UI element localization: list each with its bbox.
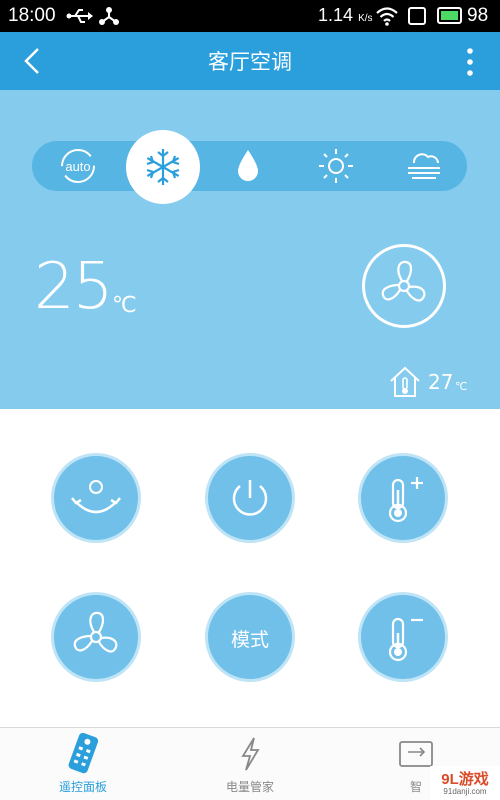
tab-power-manager-label: 电量管家 <box>225 780 274 794</box>
indoor-temperature: 27 <box>428 370 454 394</box>
power-button[interactable] <box>205 453 295 543</box>
tab-remote-panel-label: 遥控面板 <box>58 780 107 794</box>
tab-power-manager[interactable]: 电量管家 <box>180 728 320 800</box>
sim-icon <box>407 6 427 31</box>
wifi-icon <box>375 6 399 31</box>
fog-icon <box>408 153 440 179</box>
water-drop-icon <box>238 150 258 181</box>
set-temperature: 25 <box>34 250 113 324</box>
network-speed-value: 1.14 <box>318 5 354 25</box>
more-menu-button[interactable] <box>458 45 482 79</box>
remote-icon <box>68 732 99 774</box>
ac-status-panel: auto 25 ℃ 27 ℃ <box>0 90 500 409</box>
usb-icon <box>66 6 94 31</box>
mode-heat[interactable] <box>306 141 366 191</box>
mode-auto[interactable]: auto <box>48 141 108 191</box>
set-temperature-unit: ℃ <box>112 293 137 318</box>
mode-button-label: 模式 <box>230 629 269 651</box>
fan-icon <box>73 611 118 653</box>
indoor-temperature-unit: ℃ <box>455 380 468 393</box>
mode-selector: auto <box>32 141 467 191</box>
battery-icon <box>437 7 462 24</box>
thermometer-plus-icon <box>388 477 423 523</box>
share-icon <box>98 6 120 31</box>
status-time: 18:00 <box>8 5 56 26</box>
auto-icon: auto <box>61 149 95 183</box>
sun-icon <box>319 149 353 183</box>
bottom-tab-bar: 遥控面板 电量管家 智 <box>0 727 500 800</box>
title-bar: 客厅空调 <box>0 32 500 90</box>
swing-icon <box>71 480 121 514</box>
fan-button[interactable] <box>51 592 141 682</box>
more-vertical-icon <box>467 48 473 76</box>
mode-fan[interactable] <box>394 141 454 191</box>
indoor-temperature-icon <box>388 365 422 403</box>
lightning-icon <box>241 737 260 771</box>
page-title: 客厅空调 <box>208 50 292 74</box>
power-icon <box>232 480 268 516</box>
watermark-brand: 9L游戏 <box>441 771 489 788</box>
temperature-down-button[interactable] <box>358 592 448 682</box>
swing-button[interactable] <box>51 453 141 543</box>
network-speed: 1.14 K/s <box>318 5 373 26</box>
network-speed-unit: K/s <box>358 13 373 24</box>
fan-icon <box>381 260 426 302</box>
mode-dry[interactable] <box>218 141 278 191</box>
temperature-up-button[interactable] <box>358 453 448 543</box>
battery-level: 98 <box>467 5 489 26</box>
tab-remote-panel[interactable]: 遥控面板 <box>13 728 153 800</box>
watermark-logo: 9L游戏 91danji.com <box>430 766 500 800</box>
thermometer-minus-icon <box>388 617 423 662</box>
status-bar: 18:00 1.14 K/s 98 <box>0 0 500 32</box>
mode-button[interactable]: 模式 <box>205 592 295 682</box>
snowflake-icon <box>146 149 180 185</box>
mode-cool[interactable] <box>126 130 200 204</box>
fan-speed-button[interactable] <box>362 244 446 328</box>
auto-label: auto <box>65 159 90 174</box>
